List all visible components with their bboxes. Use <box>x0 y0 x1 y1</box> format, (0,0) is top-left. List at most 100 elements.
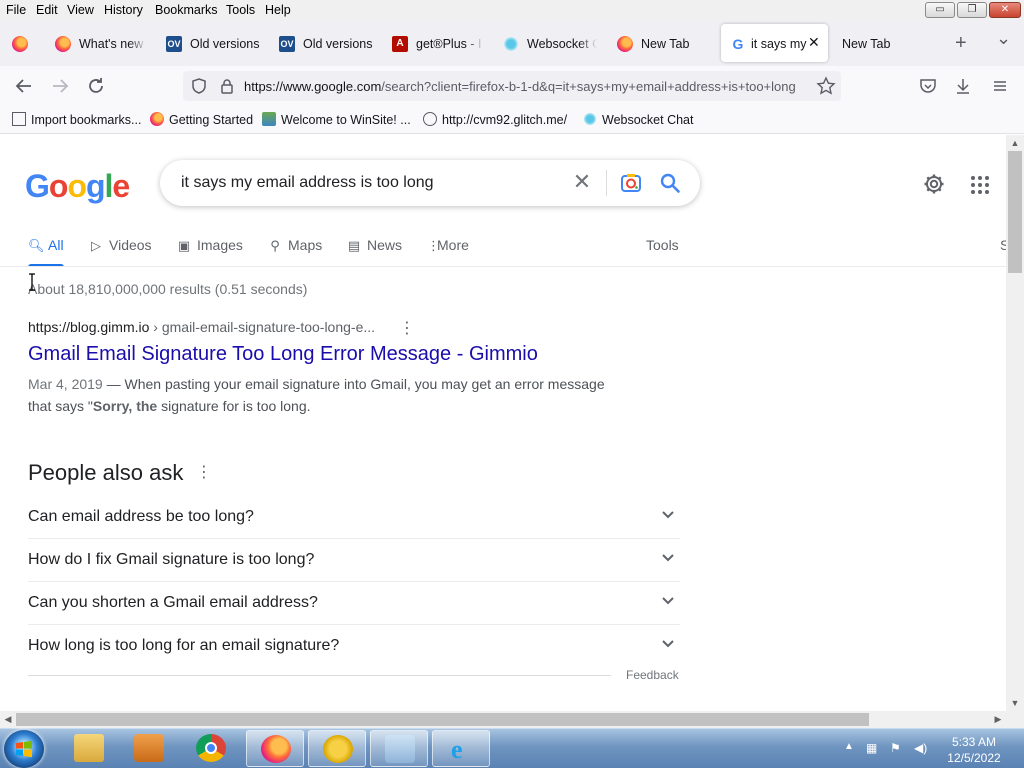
result-more-options-icon[interactable]: ⋮ <box>399 318 415 338</box>
forward-button[interactable] <box>48 74 72 98</box>
paa-question[interactable]: How do I fix Gmail signature is too long… <box>28 539 680 582</box>
tab-old-versions-1[interactable]: OV Old versions <box>166 20 260 66</box>
clear-search-icon[interactable]: ✕ <box>570 170 594 194</box>
menu-tools[interactable]: Tools <box>226 3 255 17</box>
minimize-button[interactable]: ▭ <box>925 2 955 18</box>
google-apps-icon[interactable] <box>970 175 990 195</box>
close-window-button[interactable]: ✕ <box>989 2 1021 18</box>
hamburger-menu-icon[interactable] <box>990 76 1010 96</box>
settings-gear-icon[interactable] <box>922 172 946 196</box>
url-text[interactable]: https://www.google.com/search?client=fir… <box>244 79 808 94</box>
horizontal-scrollbar[interactable]: ◀ ▶ <box>0 711 1006 728</box>
taskbar-stethoscope-app[interactable] <box>308 730 366 767</box>
search-input[interactable]: it says my email address is too long <box>181 174 434 192</box>
bookmark-getting-started[interactable]: Getting Started <box>150 112 253 127</box>
taskbar-internet-explorer[interactable]: e <box>432 730 490 767</box>
menu-edit[interactable]: Edit <box>36 3 58 17</box>
tab-videos[interactable]: ▷ Videos <box>89 237 152 254</box>
tab-new-tab-1[interactable]: New Tab <box>617 20 707 66</box>
scroll-up-arrow-icon[interactable]: ▲ <box>1006 135 1024 151</box>
stethoscope-icon <box>323 735 353 763</box>
google-lens-icon[interactable] <box>620 172 642 194</box>
back-button[interactable] <box>12 74 36 98</box>
tab-news[interactable]: ▤ News <box>347 237 402 254</box>
bookmark-glitch[interactable]: http://cvm92.glitch.me/ <box>423 112 567 127</box>
bookmark-websocket-chat[interactable]: Websocket Chat <box>583 112 693 127</box>
system-clock[interactable]: 5:33 AM 12/5/2022 <box>935 734 1013 766</box>
vertical-scrollbar[interactable]: ▲ ▼ <box>1006 135 1024 711</box>
result-cite[interactable]: https://blog.gimm.io › gmail-email-signa… <box>28 319 375 335</box>
list-all-tabs-button[interactable]: ⌄ <box>996 28 1011 49</box>
tools-button[interactable]: Tools <box>646 237 679 253</box>
result-snippet: Mar 4, 2019 — When pasting your email si… <box>28 373 628 417</box>
tab-old-versions-2[interactable]: OV Old versions <box>279 20 373 66</box>
tab-label: All <box>48 237 64 253</box>
tab-more[interactable]: ⋮More <box>427 237 469 254</box>
taskbar-explorer[interactable] <box>60 730 118 767</box>
winsite-icon <box>262 112 276 126</box>
nav-bar: https://www.google.com/search?client=fir… <box>0 66 1024 106</box>
scroll-right-arrow-icon[interactable]: ▶ <box>990 711 1006 728</box>
bookmark-winsite[interactable]: Welcome to WinSite! ... <box>262 112 411 127</box>
taskbar-notepad[interactable] <box>370 730 428 767</box>
tab-label: Images <box>197 237 243 253</box>
bookmark-label: Websocket Chat <box>602 113 694 127</box>
paa-more-options-icon[interactable]: ⋮ <box>196 462 212 482</box>
menu-view[interactable]: View <box>67 3 94 17</box>
result-title-link[interactable]: Gmail Email Signature Too Long Error Mes… <box>28 343 538 366</box>
menu-history[interactable]: History <box>104 3 143 17</box>
feedback-link[interactable]: Feedback <box>626 668 679 682</box>
search-box[interactable]: it says my email address is too long ✕ <box>160 160 700 206</box>
volume-icon[interactable]: ◀) <box>914 741 927 755</box>
taskbar-chrome[interactable] <box>182 730 240 767</box>
paa-question[interactable]: How long is too long for an email signat… <box>28 625 680 668</box>
menu-bar: File Edit View History Bookmarks Tools H… <box>0 0 1024 20</box>
bookmark-label: Welcome to WinSite! ... <box>281 113 411 127</box>
bookmark-star-icon[interactable] <box>816 76 836 96</box>
tab-new-tab-2[interactable]: New Tab <box>842 20 922 66</box>
vertical-scroll-thumb[interactable] <box>1008 151 1022 273</box>
action-center-flag-icon[interactable]: ⚑ <box>890 741 901 755</box>
svg-text:G: G <box>733 36 744 52</box>
paa-question[interactable]: Can email address be too long? <box>28 496 680 539</box>
new-tab-button[interactable]: + <box>955 32 967 55</box>
firefox-icon <box>12 36 28 52</box>
menu-file[interactable]: File <box>6 3 26 17</box>
back-arrow-icon <box>15 79 31 93</box>
network-icon[interactable]: ▦ <box>866 741 877 755</box>
tab-websocket[interactable]: Websocket C <box>503 20 597 66</box>
menu-help[interactable]: Help <box>265 3 291 17</box>
pocket-icon[interactable] <box>918 76 938 96</box>
scroll-down-arrow-icon[interactable]: ▼ <box>1006 695 1024 711</box>
address-bar[interactable]: https://www.google.com/search?client=fir… <box>183 71 841 101</box>
tab-maps[interactable]: ⚲ Maps <box>268 237 322 254</box>
tab-google-search[interactable]: G it says my ✕ <box>721 24 828 62</box>
downloads-icon[interactable] <box>953 76 973 96</box>
horizontal-scroll-thumb[interactable] <box>16 713 869 726</box>
show-hidden-icons-button[interactable]: ▲ <box>844 741 854 752</box>
taskbar-media-player[interactable] <box>120 730 178 767</box>
start-button[interactable] <box>4 730 44 768</box>
tab-whats-new[interactable]: What's new <box>55 20 147 66</box>
url-path: /search?client=firefox-b-1-d&q=it+says+m… <box>381 79 796 94</box>
clock-time: 5:33 AM <box>951 735 997 749</box>
bookmark-import[interactable]: Import bookmarks... <box>12 112 141 127</box>
tab-all[interactable]: 🔍︎ All <box>28 237 64 254</box>
websocket-icon <box>503 36 519 52</box>
search-icon[interactable] <box>658 171 682 195</box>
menu-bookmarks[interactable]: Bookmarks <box>155 3 218 17</box>
close-tab-icon[interactable]: ✕ <box>808 34 820 51</box>
tab-images[interactable]: ▣ Images <box>177 237 243 254</box>
tab-get-plus[interactable]: A get®Plus - I <box>392 20 484 66</box>
google-logo[interactable]: Google <box>25 168 130 205</box>
url-host: https://www.google.com <box>244 79 382 94</box>
paa-question[interactable]: Can you shorten a Gmail email address? <box>28 582 680 625</box>
reload-button[interactable] <box>84 74 108 98</box>
scroll-left-arrow-icon[interactable]: ◀ <box>0 711 16 728</box>
lock-icon[interactable] <box>218 77 236 95</box>
tab-firefox-pinned[interactable] <box>12 20 42 66</box>
taskbar-firefox[interactable] <box>246 730 304 767</box>
shield-icon[interactable] <box>190 77 208 95</box>
tab-label: More <box>437 237 469 253</box>
restore-button[interactable]: ❐ <box>957 2 987 18</box>
